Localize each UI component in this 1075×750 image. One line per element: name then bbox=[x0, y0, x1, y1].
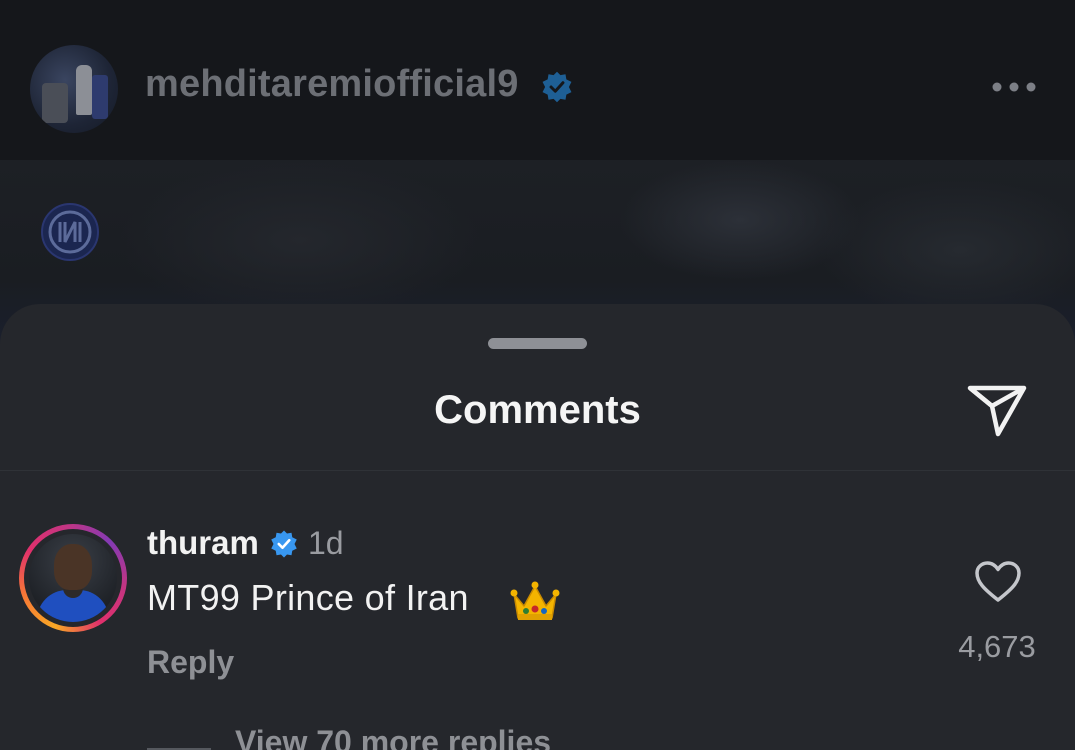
send-icon[interactable] bbox=[964, 380, 1030, 440]
reply-button[interactable]: Reply bbox=[147, 644, 234, 681]
verified-badge-icon bbox=[542, 71, 572, 103]
comment-text: MT99 Prince of Iran bbox=[147, 577, 469, 618]
sheet-drag-handle[interactable] bbox=[488, 338, 587, 349]
heart-icon[interactable] bbox=[974, 560, 1022, 604]
commenter-avatar[interactable] bbox=[19, 524, 127, 632]
instagram-comments-screen: mehditaremiofficial9 Comments thuram 1d … bbox=[0, 0, 1075, 750]
more-dots-icon[interactable] bbox=[990, 80, 1038, 94]
sheet-divider bbox=[0, 470, 1075, 471]
comment-timestamp: 1d bbox=[308, 525, 344, 561]
profile-avatar[interactable] bbox=[30, 45, 118, 133]
view-more-replies-button[interactable]: View 70 more replies bbox=[235, 724, 551, 750]
crown-icon bbox=[510, 581, 560, 620]
commenter-username[interactable]: thuram bbox=[147, 524, 259, 562]
verified-badge-icon bbox=[271, 530, 297, 558]
comments-sheet: Comments thuram 1d MT99 Prince of Iran R… bbox=[0, 304, 1075, 750]
like-count: 4,673 bbox=[958, 629, 1036, 664]
post-header: mehditaremiofficial9 bbox=[0, 0, 1075, 160]
post-author-username[interactable]: mehditaremiofficial9 bbox=[145, 63, 519, 106]
sheet-title: Comments bbox=[434, 388, 641, 432]
club-logo-icon bbox=[41, 203, 99, 261]
